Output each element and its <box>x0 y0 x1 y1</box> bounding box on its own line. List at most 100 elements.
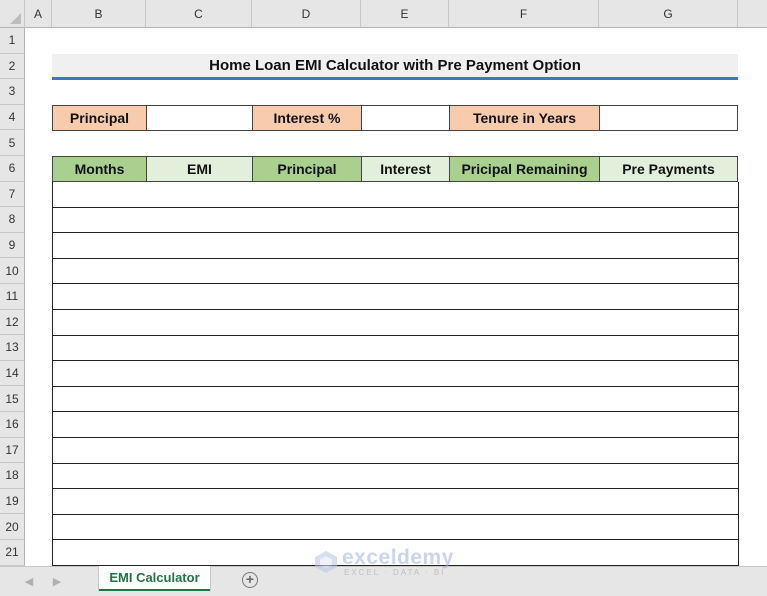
table-cell-pre-payments[interactable] <box>599 412 739 438</box>
table-cell-interest[interactable] <box>361 361 450 387</box>
table-cell-pre-payments[interactable] <box>599 335 739 362</box>
row-header-2[interactable]: 2 <box>0 53 25 80</box>
row-header-15[interactable]: 15 <box>0 386 25 412</box>
table-cell-principal-remaining[interactable] <box>449 233 600 259</box>
table-cell-months[interactable] <box>52 438 147 464</box>
table-cell-emi[interactable] <box>146 335 253 362</box>
table-cell-interest[interactable] <box>361 386 450 413</box>
table-cell-pre-payments[interactable] <box>599 233 739 259</box>
column-header-d[interactable]: D <box>252 0 361 28</box>
table-cell-principal[interactable] <box>252 412 362 438</box>
table-cell-principal[interactable] <box>252 335 362 362</box>
table-cell-interest[interactable] <box>361 514 450 541</box>
row-header-13[interactable]: 13 <box>0 335 25 361</box>
table-cell-principal-remaining[interactable] <box>449 182 600 208</box>
select-all-corner[interactable] <box>0 0 25 28</box>
table-cell-months[interactable] <box>52 489 147 515</box>
table-cell-principal-remaining[interactable] <box>449 463 600 490</box>
column-header-g[interactable]: G <box>599 0 738 28</box>
table-cell-months[interactable] <box>52 284 147 310</box>
table-cell-months[interactable] <box>52 361 147 387</box>
table-cell-principal-remaining[interactable] <box>449 412 600 438</box>
table-cell-months[interactable] <box>52 386 147 413</box>
table-cell-principal[interactable] <box>252 463 362 490</box>
table-cell-pre-payments[interactable] <box>599 207 739 234</box>
table-cell-months[interactable] <box>52 412 147 438</box>
principal-input[interactable] <box>146 105 253 131</box>
row-header-9[interactable]: 9 <box>0 232 25 259</box>
row-header-12[interactable]: 12 <box>0 309 25 336</box>
table-cell-emi[interactable] <box>146 514 253 541</box>
table-cell-emi[interactable] <box>146 489 253 515</box>
table-cell-principal[interactable] <box>252 258 362 285</box>
table-cell-emi[interactable] <box>146 310 253 336</box>
column-header-a[interactable]: A <box>25 0 52 28</box>
table-cell-emi[interactable] <box>146 463 253 490</box>
table-cell-interest[interactable] <box>361 284 450 310</box>
row-header-17[interactable]: 17 <box>0 437 25 464</box>
chevron-right-icon[interactable]: ▶ <box>50 570 64 592</box>
chevron-left-icon[interactable]: ◀ <box>22 570 36 592</box>
table-cell-pre-payments[interactable] <box>599 310 739 336</box>
table-cell-emi[interactable] <box>146 412 253 438</box>
table-cell-principal-remaining[interactable] <box>449 514 600 541</box>
table-cell-interest[interactable] <box>361 258 450 285</box>
table-cell-principal[interactable] <box>252 284 362 310</box>
table-cell-emi[interactable] <box>146 438 253 464</box>
table-cell-emi[interactable] <box>146 207 253 234</box>
table-cell-pre-payments[interactable] <box>599 182 739 208</box>
table-cell-interest[interactable] <box>361 335 450 362</box>
table-cell-months[interactable] <box>52 463 147 490</box>
table-cell-principal[interactable] <box>252 207 362 234</box>
table-cell-pre-payments[interactable] <box>599 463 739 490</box>
table-cell-principal-remaining[interactable] <box>449 386 600 413</box>
sheet-tab-emi-calculator[interactable]: EMI Calculator <box>99 566 210 591</box>
row-header-20[interactable]: 20 <box>0 514 25 540</box>
table-cell-months[interactable] <box>52 207 147 234</box>
table-cell-pre-payments[interactable] <box>599 514 739 541</box>
table-cell-months[interactable] <box>52 233 147 259</box>
table-cell-emi[interactable] <box>146 361 253 387</box>
table-cell-months[interactable] <box>52 514 147 541</box>
table-cell-emi[interactable] <box>146 182 253 208</box>
table-cell-principal[interactable] <box>252 489 362 515</box>
table-cell-months[interactable] <box>52 540 147 566</box>
table-cell-months[interactable] <box>52 258 147 285</box>
column-header-e[interactable]: E <box>361 0 449 28</box>
table-cell-pre-payments[interactable] <box>599 438 739 464</box>
row-header-14[interactable]: 14 <box>0 360 25 387</box>
table-cell-emi[interactable] <box>146 233 253 259</box>
table-cell-principal[interactable] <box>252 438 362 464</box>
row-header-6[interactable]: 6 <box>0 156 25 182</box>
table-cell-principal[interactable] <box>252 540 362 566</box>
row-header-18[interactable]: 18 <box>0 463 25 489</box>
table-cell-principal-remaining[interactable] <box>449 361 600 387</box>
row-header-11[interactable]: 11 <box>0 284 25 310</box>
table-cell-principal-remaining[interactable] <box>449 335 600 362</box>
table-cell-emi[interactable] <box>146 284 253 310</box>
table-cell-interest[interactable] <box>361 182 450 208</box>
table-cell-pre-payments[interactable] <box>599 540 739 566</box>
table-cell-principal-remaining[interactable] <box>449 489 600 515</box>
table-cell-interest[interactable] <box>361 540 450 566</box>
table-cell-principal-remaining[interactable] <box>449 438 600 464</box>
table-cell-principal-remaining[interactable] <box>449 207 600 234</box>
column-header-c[interactable]: C <box>146 0 252 28</box>
table-cell-principal-remaining[interactable] <box>449 258 600 285</box>
row-header-8[interactable]: 8 <box>0 207 25 233</box>
table-cell-months[interactable] <box>52 335 147 362</box>
tenure-input[interactable] <box>599 105 738 131</box>
column-header-b[interactable]: B <box>52 0 146 28</box>
table-cell-principal[interactable] <box>252 310 362 336</box>
table-cell-emi[interactable] <box>146 386 253 413</box>
table-cell-pre-payments[interactable] <box>599 284 739 310</box>
table-cell-interest[interactable] <box>361 310 450 336</box>
table-cell-months[interactable] <box>52 182 147 208</box>
row-header-21[interactable]: 21 <box>0 540 25 566</box>
table-cell-interest[interactable] <box>361 463 450 490</box>
table-cell-interest[interactable] <box>361 438 450 464</box>
column-header-h[interactable] <box>738 0 767 28</box>
table-cell-emi[interactable] <box>146 540 253 566</box>
table-cell-pre-payments[interactable] <box>599 361 739 387</box>
table-cell-interest[interactable] <box>361 489 450 515</box>
